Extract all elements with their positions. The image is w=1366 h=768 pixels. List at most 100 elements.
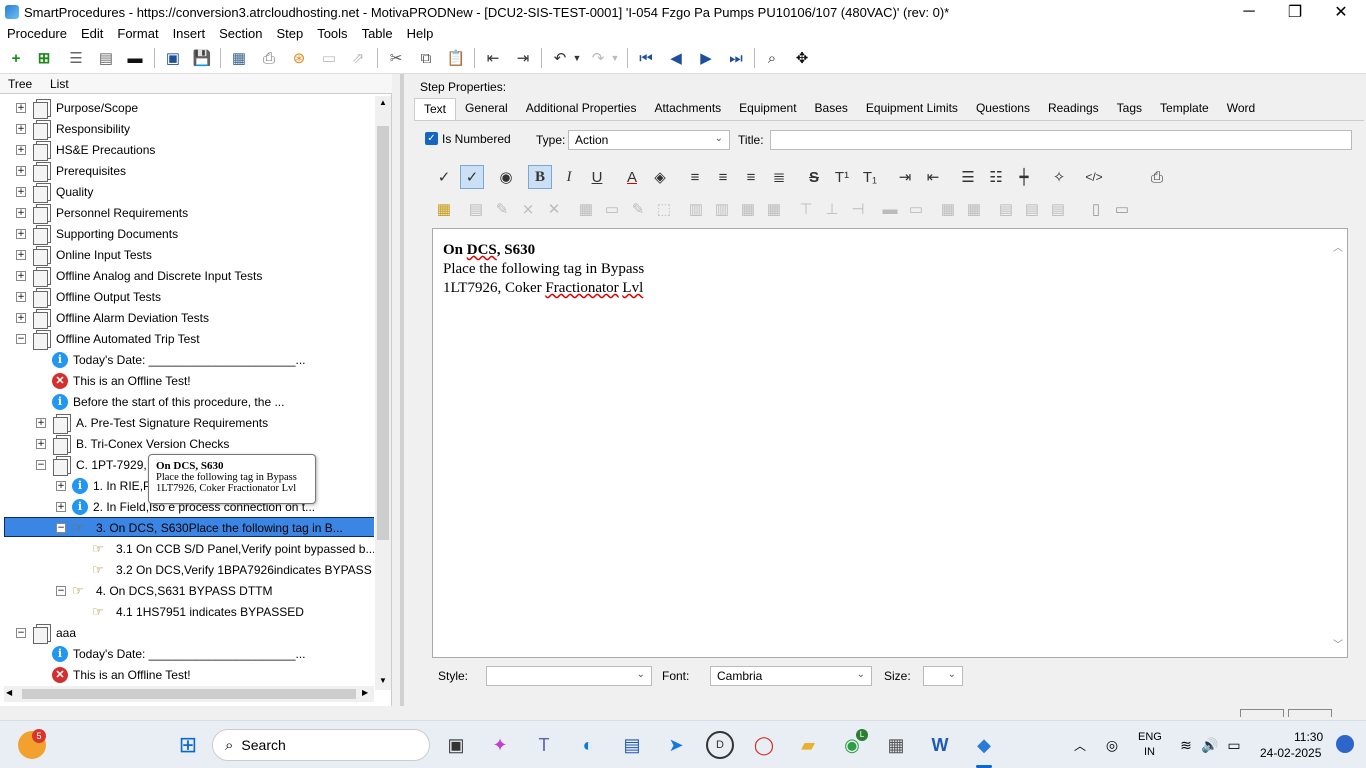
- menu-step[interactable]: Step: [276, 26, 303, 41]
- link-icon[interactable]: ⊛: [289, 49, 309, 67]
- store-icon[interactable]: ▤: [618, 731, 646, 759]
- expand-icon[interactable]: +: [16, 186, 26, 197]
- cell-edit-icon[interactable]: ▭: [600, 197, 624, 221]
- insert-row-above-icon[interactable]: ⊤: [794, 197, 818, 221]
- tree-item[interactable]: + Purpose/Scope: [16, 97, 138, 119]
- delete-row-icon[interactable]: ✕: [542, 197, 566, 221]
- tree-item[interactable]: + Responsibility: [16, 118, 130, 140]
- maximize-button[interactable]: ❐: [1272, 0, 1318, 24]
- expand-icon[interactable]: +: [56, 501, 66, 512]
- expand-icon[interactable]: +: [16, 165, 26, 176]
- list-edit-icon[interactable]: ▤: [96, 49, 116, 67]
- battery-icon[interactable]: ▭: [1220, 731, 1248, 759]
- network-status-icon[interactable]: ◎: [1098, 731, 1126, 759]
- bullet-list-icon[interactable]: ☰: [956, 165, 980, 189]
- copy-icon[interactable]: ⧉: [416, 49, 436, 67]
- list-icon[interactable]: ☰: [66, 49, 86, 67]
- strikethrough-icon[interactable]: S: [802, 165, 826, 189]
- cell-props-icon[interactable]: ▦: [574, 197, 598, 221]
- title-input[interactable]: [770, 130, 1352, 150]
- dell-icon[interactable]: D: [706, 731, 734, 759]
- cut-icon[interactable]: ✂: [386, 49, 406, 67]
- taskbar-search[interactable]: ⌕ Search: [212, 729, 430, 761]
- move-icon[interactable]: ✥: [792, 49, 812, 67]
- scroll-down-icon[interactable]: ▼: [379, 676, 387, 685]
- clock-date[interactable]: 24-02-2025: [1260, 746, 1321, 760]
- cell-brush-icon[interactable]: ⬚: [652, 197, 676, 221]
- size-select[interactable]: ⌄: [923, 666, 963, 686]
- tab-list[interactable]: List: [50, 77, 69, 91]
- tree-item[interactable]: + HS&E Precautions: [16, 139, 155, 161]
- expand-icon[interactable]: +: [16, 228, 26, 239]
- tab-template[interactable]: Template: [1151, 98, 1218, 120]
- html-source-icon[interactable]: </>: [1082, 165, 1106, 189]
- window-icon[interactable]: ▭: [319, 49, 339, 67]
- style-select[interactable]: ⌄: [486, 666, 652, 686]
- tree-item[interactable]: i Today's Date: ______________________...: [36, 349, 306, 370]
- tree-item[interactable]: + Offline Alarm Deviation Tests: [16, 307, 209, 329]
- align-right-icon[interactable]: ≡: [739, 165, 763, 189]
- tree-item[interactable]: ☞ 4.1 1HS7951 indicates BYPASSED: [76, 601, 304, 622]
- table-border-icon[interactable]: ▦: [936, 197, 960, 221]
- tree-item[interactable]: ✕ This is an Offline Test!: [36, 370, 191, 391]
- merge-cols-icon[interactable]: ▦: [762, 197, 786, 221]
- tab-readings[interactable]: Readings: [1039, 98, 1108, 120]
- tree-item[interactable]: i Before the start of this procedure, the…: [36, 391, 284, 412]
- insert-line-icon[interactable]: ┿: [1012, 165, 1036, 189]
- tab-questions[interactable]: Questions: [967, 98, 1039, 120]
- tab-text[interactable]: Text: [414, 98, 457, 120]
- menu-edit[interactable]: Edit: [81, 26, 103, 41]
- add-child-icon[interactable]: ⊞: [34, 49, 54, 67]
- tree-item[interactable]: + Quality: [16, 181, 93, 203]
- minimize-button[interactable]: ─: [1226, 0, 1272, 24]
- tab-general[interactable]: General: [456, 98, 517, 120]
- scroll-up-icon[interactable]: ︿: [1333, 239, 1343, 254]
- expand-icon[interactable]: +: [36, 417, 46, 428]
- find-icon[interactable]: ⌕: [762, 49, 782, 67]
- table-tool-icon[interactable]: ✎: [490, 197, 514, 221]
- align-center-icon[interactable]: ≡: [711, 165, 735, 189]
- tab-bases[interactable]: Bases: [806, 98, 857, 120]
- arrow-app-icon[interactable]: ➤: [662, 731, 690, 759]
- export-icon[interactable]: ▦: [229, 49, 249, 67]
- add-icon[interactable]: +: [6, 49, 26, 67]
- tree-vertical-scrollbar[interactable]: ▲ ▼: [375, 96, 391, 690]
- collapse-icon[interactable]: −: [56, 585, 66, 596]
- outdent-icon[interactable]: ⇤: [483, 49, 503, 67]
- tree-item[interactable]: i Today's Date: ______________________...: [36, 643, 306, 664]
- collapse-icon[interactable]: −: [16, 333, 26, 344]
- tab-tags[interactable]: Tags: [1108, 98, 1151, 120]
- insert-table-icon[interactable]: ▦: [432, 197, 456, 221]
- valign-top-icon[interactable]: ▤: [994, 197, 1018, 221]
- align-left-icon[interactable]: ≡: [683, 165, 707, 189]
- expand-icon[interactable]: +: [16, 291, 26, 302]
- redo-disabled-icon[interactable]: ⇗: [348, 49, 368, 67]
- underline-icon[interactable]: U: [585, 165, 609, 189]
- split-cells-icon[interactable]: ▭: [904, 197, 928, 221]
- collapse-icon[interactable]: −: [36, 459, 46, 470]
- tree-item[interactable]: + Supporting Documents: [16, 223, 178, 245]
- menu-help[interactable]: Help: [407, 26, 434, 41]
- justify-icon[interactable]: ≣: [767, 165, 791, 189]
- hscroll-thumb[interactable]: [22, 689, 356, 699]
- tree-item[interactable]: + Online Input Tests: [16, 244, 152, 266]
- print-icon[interactable]: ⎙: [259, 49, 279, 67]
- step-text-editor[interactable]: On DCS, S630 Place the following tag in …: [432, 228, 1348, 658]
- is-numbered-checkbox[interactable]: ✓: [425, 132, 438, 145]
- tree-item[interactable]: ☞ 3.2 On DCS,Verify 1BPA7926indicates BYP…: [76, 559, 372, 580]
- language-region[interactable]: IN: [1144, 746, 1155, 758]
- expand-icon[interactable]: +: [16, 249, 26, 260]
- tree-item[interactable]: − C. 1PT-7929, B: [36, 454, 158, 476]
- tab-word[interactable]: Word: [1218, 98, 1264, 120]
- first-icon[interactable]: ⏮: [636, 49, 656, 67]
- save-icon[interactable]: 💾: [192, 49, 212, 67]
- close-button[interactable]: ✕: [1318, 0, 1364, 24]
- bold-icon[interactable]: B: [528, 165, 552, 189]
- scroll-down-icon[interactable]: ﹀: [1333, 636, 1343, 651]
- insert-row-below-icon[interactable]: ⊥: [820, 197, 844, 221]
- collapse-icon[interactable]: −: [56, 522, 66, 533]
- remove-icon[interactable]: ▬: [125, 49, 145, 67]
- next-icon[interactable]: ▶: [696, 49, 716, 67]
- merge-cells-icon[interactable]: ▬: [878, 197, 902, 221]
- spellcheck-icon[interactable]: ✓: [432, 165, 456, 189]
